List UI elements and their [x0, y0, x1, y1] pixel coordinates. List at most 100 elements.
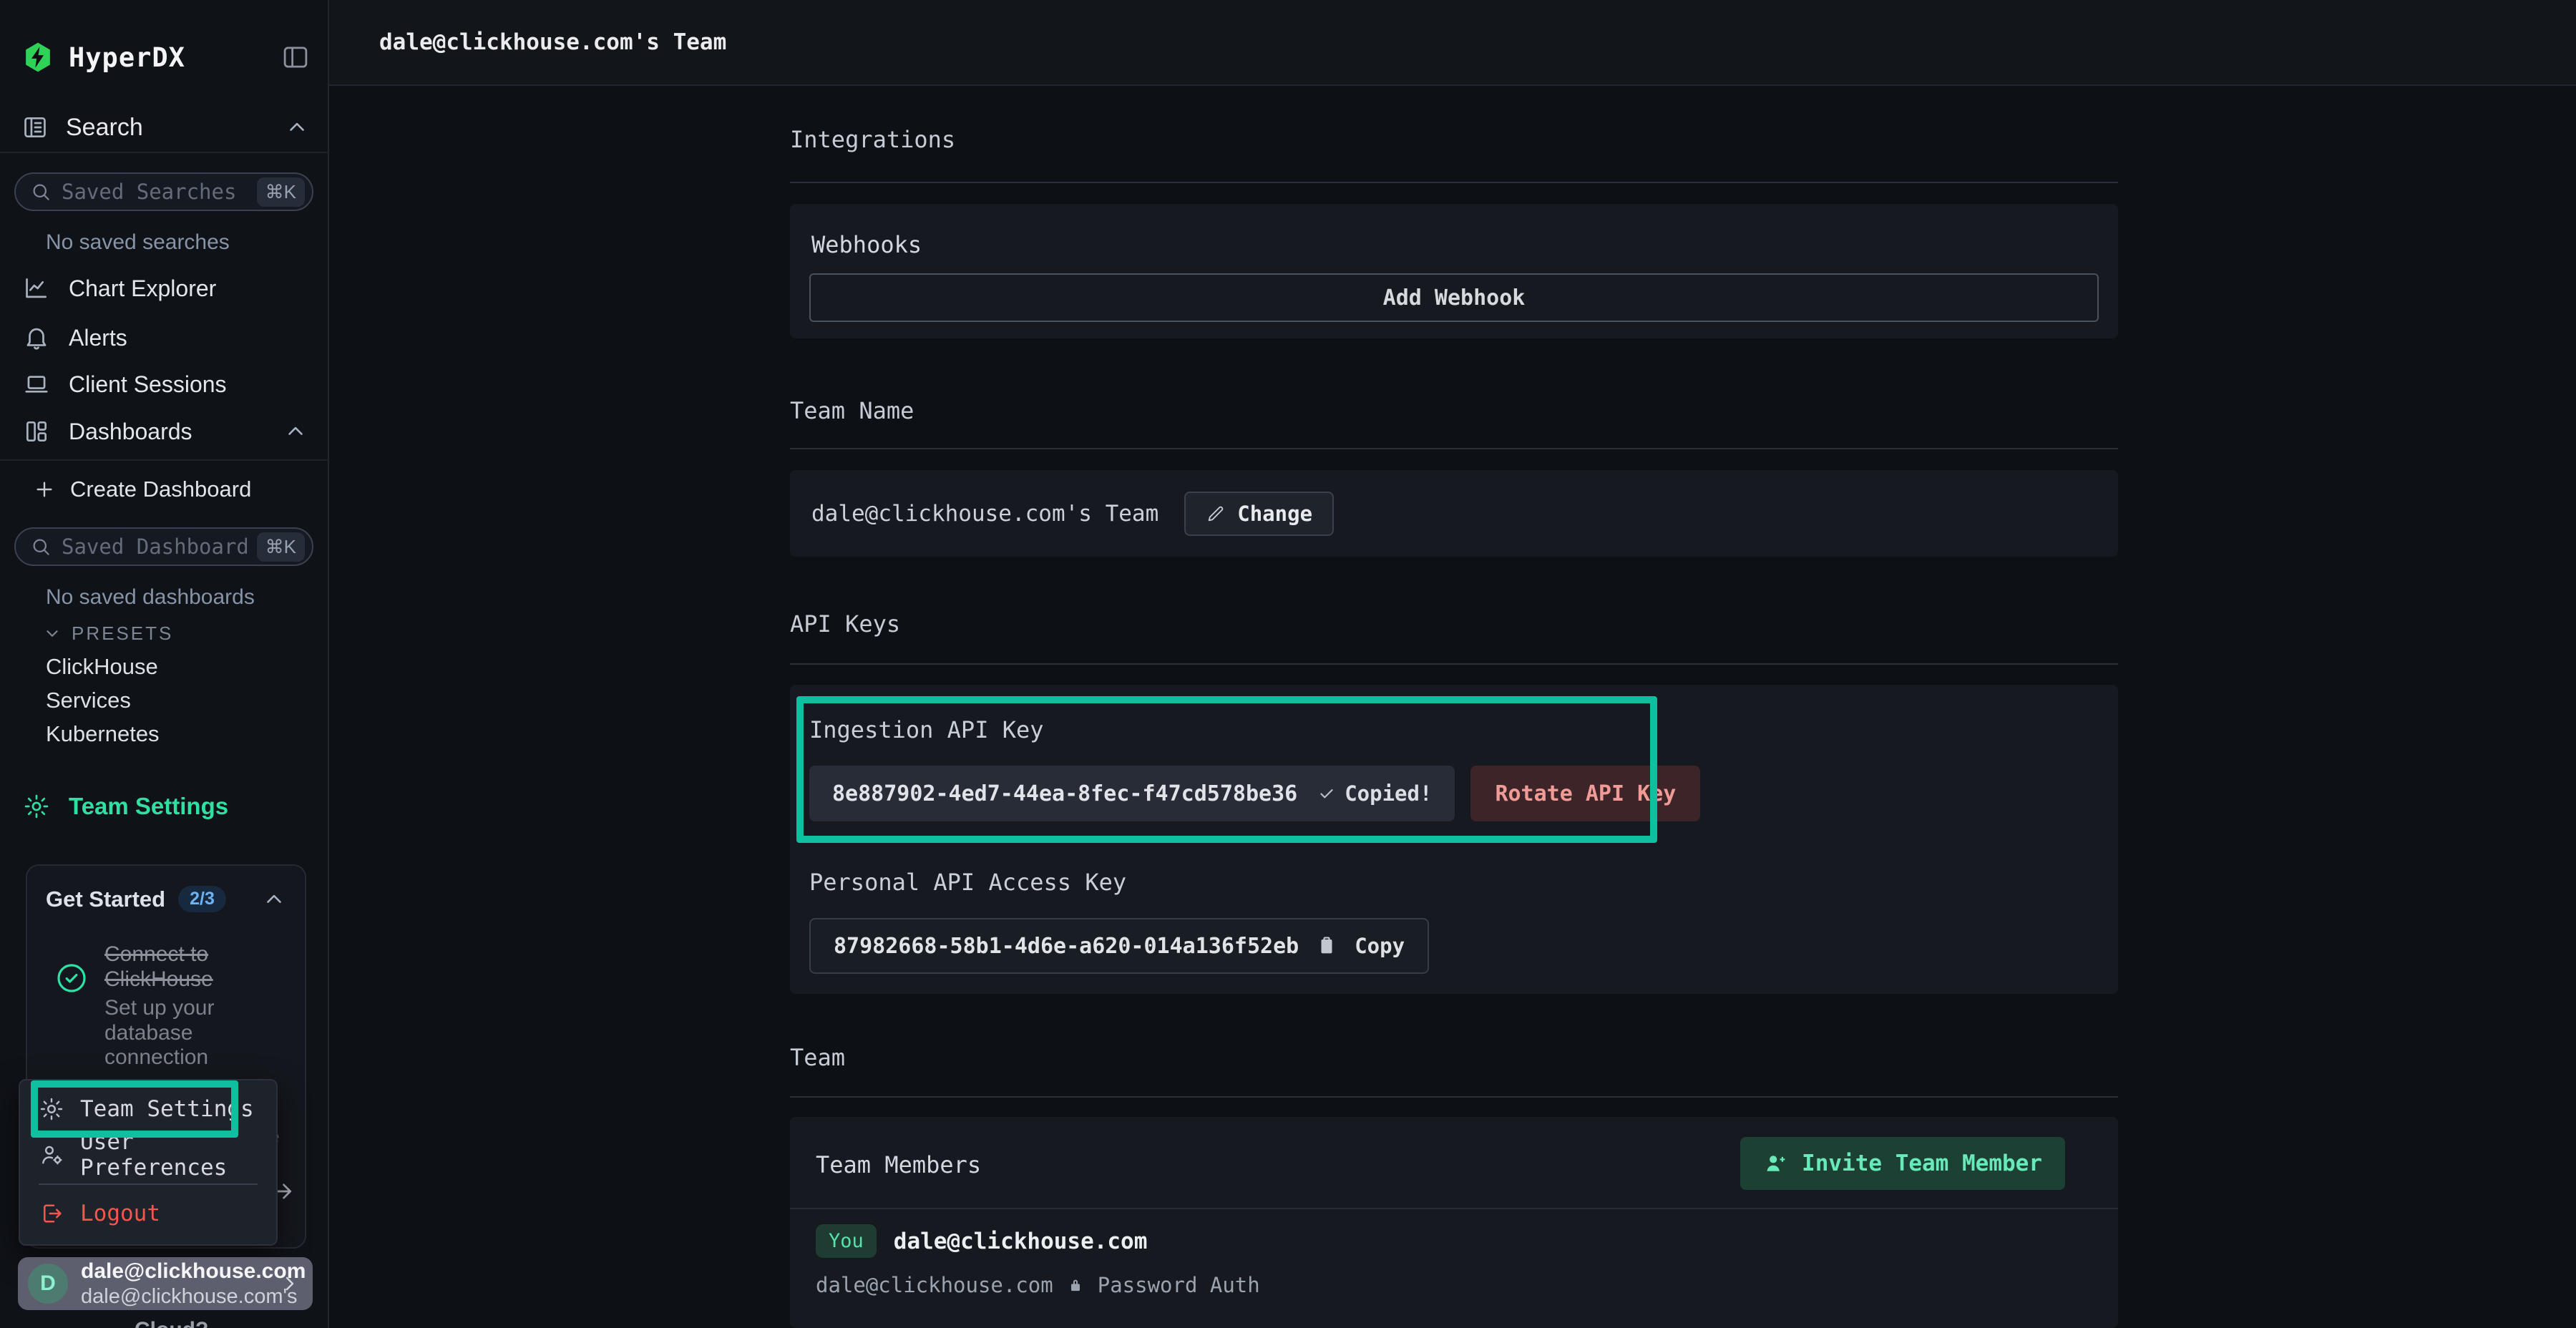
- clipped-bottom-text: Cloud?: [135, 1318, 208, 1328]
- collapse-sidebar-icon[interactable]: [280, 42, 311, 72]
- sidebar-section-search[interactable]: Search: [21, 109, 309, 146]
- preset-clickhouse[interactable]: ClickHouse: [46, 650, 158, 683]
- check-circle-icon: [54, 961, 89, 1070]
- chevron-up-icon: [283, 419, 308, 444]
- user-team: dale@clickhouse.com's: [81, 1285, 265, 1309]
- team-name-card: dale@clickhouse.com's Team Change: [790, 470, 2118, 557]
- section-divider: [790, 182, 2118, 183]
- team-card: Team Members Invite Team Member You dale…: [790, 1117, 2118, 1328]
- app-title: HyperDX: [69, 42, 185, 73]
- shortcut-badge: ⌘K: [257, 177, 305, 207]
- chevron-up-icon: [285, 115, 309, 140]
- sidebar-item-client-sessions[interactable]: Client Sessions: [0, 361, 328, 408]
- copied-indicator: Copied!: [1317, 781, 1432, 806]
- page-header: dale@clickhouse.com's Team: [329, 0, 2576, 86]
- sidebar-item-alerts[interactable]: Alerts: [0, 314, 328, 361]
- section-title-team: Team: [790, 1044, 845, 1071]
- personal-key-label: Personal API Access Key: [809, 869, 1126, 896]
- card-divider: [790, 1208, 2118, 1209]
- check-icon: [1317, 784, 1336, 803]
- sidebar-divider: [0, 459, 328, 461]
- team-member-row: You dale@clickhouse.com: [816, 1224, 1147, 1258]
- rotate-api-key-button[interactable]: Rotate API Key: [1470, 766, 1700, 821]
- section-divider: [790, 663, 2118, 665]
- search-section-label: Search: [66, 114, 143, 142]
- progress-badge: 2/3: [178, 886, 226, 912]
- sidebar-item-dashboards[interactable]: Dashboards: [0, 408, 328, 455]
- saved-dashboards-input[interactable]: [62, 534, 247, 559]
- sidebar-divider: [0, 152, 328, 153]
- ingestion-key-value: 8e887902-4ed7-44ea-8fec-f47cd578be36: [832, 781, 1297, 806]
- main-content: dale@clickhouse.com's Team Integrations …: [329, 0, 2576, 1328]
- member-email: dale@clickhouse.com: [816, 1273, 1053, 1297]
- webhooks-card: Webhooks Add Webhook: [790, 204, 2118, 338]
- plus-icon: [33, 478, 56, 501]
- logout-icon: [39, 1201, 64, 1226]
- personal-key-chip[interactable]: 87982668-58b1-4d6e-a620-014a136f52eb Cop…: [809, 918, 1429, 974]
- menu-item-logout[interactable]: Logout: [20, 1191, 276, 1236]
- user-name: dale@clickhouse.com: [81, 1259, 306, 1283]
- create-dashboard-button[interactable]: Create Dashboard: [33, 471, 251, 508]
- auth-method: Password Auth: [1098, 1273, 1260, 1297]
- clipboard-icon: [1316, 935, 1337, 957]
- page-title: dale@clickhouse.com's Team: [379, 29, 726, 55]
- shortcut-badge: ⌘K: [257, 532, 305, 562]
- section-title-api-keys: API Keys: [790, 610, 900, 638]
- chevron-up-icon[interactable]: [262, 887, 286, 912]
- saved-searches-search[interactable]: ⌘K: [14, 172, 313, 211]
- get-started-title: Get Started: [46, 887, 165, 912]
- menu-item-team-settings[interactable]: Team Settings: [20, 1086, 276, 1132]
- preset-kubernetes[interactable]: Kubernetes: [46, 718, 160, 751]
- chevron-down-icon: [43, 624, 62, 643]
- member-name: dale@clickhouse.com: [894, 1229, 1148, 1254]
- presets-toggle[interactable]: PRESETS: [43, 620, 173, 647]
- avatar: D: [28, 1264, 68, 1304]
- get-started-step-connect[interactable]: Connect to ClickHouse Set up your databa…: [46, 942, 286, 1070]
- hyperdx-logo-icon: [21, 41, 54, 74]
- section-divider: [790, 1096, 2118, 1098]
- api-keys-card: Ingestion API Key 8e887902-4ed7-44ea-8fe…: [790, 685, 2118, 994]
- copy-label: Copy: [1355, 934, 1405, 958]
- laptop-icon: [23, 371, 50, 398]
- preset-services[interactable]: Services: [46, 684, 131, 717]
- personal-key-value: 87982668-58b1-4d6e-a620-014a136f52eb: [834, 934, 1299, 959]
- ingestion-key-label: Ingestion API Key: [809, 716, 1044, 743]
- search-icon: [30, 181, 52, 202]
- add-webhook-button[interactable]: Add Webhook: [809, 273, 2099, 322]
- team-member-details: dale@clickhouse.com Password Auth: [816, 1273, 1260, 1297]
- chevron-right-icon: [278, 1272, 301, 1295]
- dashboards-grid-icon: [23, 418, 50, 445]
- chart-explorer-icon: [23, 275, 50, 302]
- user-account-chip[interactable]: D dale@clickhouse.com dale@clickhouse.co…: [18, 1257, 313, 1310]
- logo-row: HyperDX: [21, 37, 311, 77]
- section-divider: [790, 448, 2118, 449]
- menu-divider: [39, 1183, 258, 1185]
- lock-icon: [1066, 1276, 1085, 1294]
- saved-searches-input[interactable]: [62, 180, 247, 204]
- team-name-value: dale@clickhouse.com's Team: [811, 501, 1158, 527]
- search-section-icon: [21, 114, 49, 141]
- user-plus-icon: [1763, 1151, 1787, 1176]
- saved-dashboards-search[interactable]: ⌘K: [14, 527, 313, 566]
- invite-team-member-button[interactable]: Invite Team Member: [1740, 1137, 2065, 1190]
- change-team-name-button[interactable]: Change: [1184, 492, 1334, 536]
- team-members-heading: Team Members: [816, 1151, 981, 1178]
- pencil-icon: [1206, 504, 1226, 524]
- section-title-team-name: Team Name: [790, 397, 914, 424]
- app-screen: HyperDX Search ⌘K No saved searches: [0, 0, 2576, 1328]
- gear-icon: [23, 793, 50, 820]
- ingestion-key-chip[interactable]: 8e887902-4ed7-44ea-8fec-f47cd578be36 Cop…: [809, 766, 1455, 821]
- no-saved-dashboards-note: No saved dashboards: [46, 585, 255, 610]
- no-saved-searches-note: No saved searches: [46, 230, 230, 255]
- gear-icon: [39, 1096, 64, 1122]
- bell-icon: [23, 324, 50, 351]
- account-menu-popup: Team Settings User Preferences Logout: [19, 1079, 278, 1246]
- you-badge: You: [816, 1224, 877, 1258]
- step-title: Connect to ClickHouse: [104, 942, 248, 992]
- sidebar-item-chart-explorer[interactable]: Chart Explorer: [0, 265, 328, 312]
- webhooks-heading: Webhooks: [811, 231, 922, 258]
- sidebar-item-team-settings[interactable]: Team Settings: [23, 787, 228, 826]
- menu-item-user-preferences[interactable]: User Preferences: [20, 1132, 276, 1178]
- step-subtitle: Set up your database connection: [104, 996, 269, 1070]
- user-gear-icon: [39, 1142, 64, 1168]
